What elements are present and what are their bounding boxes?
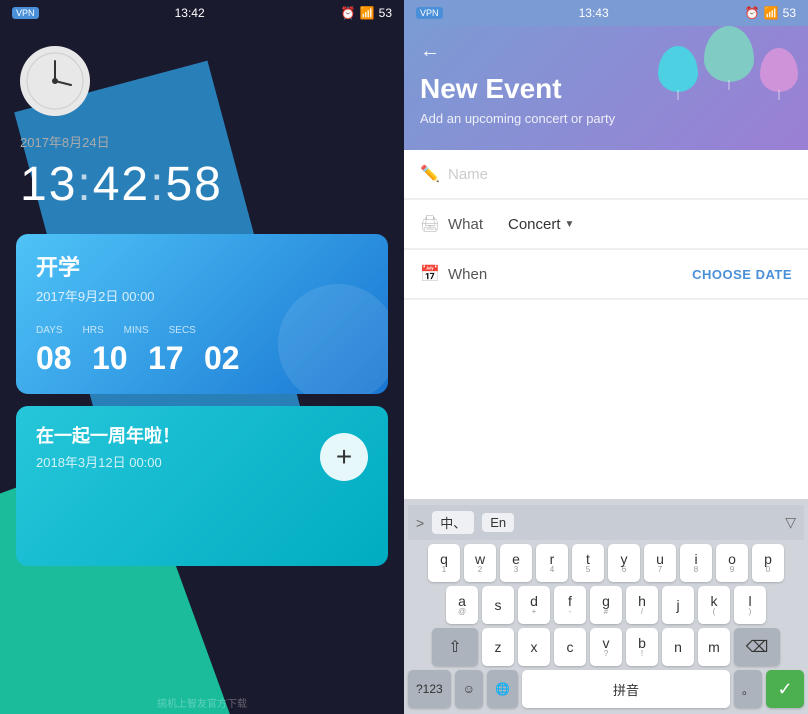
back-button[interactable]: ← [420, 40, 440, 63]
kb-space[interactable]: 拼音 [522, 670, 730, 708]
kb-o[interactable]: o9 [716, 544, 748, 582]
kb-shift[interactable]: ⇧ [432, 628, 478, 666]
clock-face [25, 51, 85, 111]
status-bar-right: VPN 13:43 ⏰ 📶 53 [404, 0, 808, 26]
kb-i[interactable]: i8 [680, 544, 712, 582]
clock-widget: 2017年8月24日 13:42:58 [0, 26, 404, 222]
kb-n[interactable]: n [662, 628, 694, 666]
event-card-2[interactable]: 在一起一周年啦！ 2018年3月12日 00:00 + [16, 406, 388, 566]
right-status-left: VPN [416, 7, 443, 19]
balloon-1 [658, 46, 698, 92]
wifi-icon: 📶 [360, 6, 375, 20]
kb-f[interactable]: f- [554, 586, 586, 624]
alarm-icon-right: ⏰ [745, 6, 760, 20]
kb-w[interactable]: w2 [464, 544, 496, 582]
kb-return[interactable]: ✓ [766, 670, 804, 708]
kb-u[interactable]: u7 [644, 544, 676, 582]
right-time: 13:43 [579, 6, 609, 20]
kb-s[interactable]: s [482, 586, 514, 624]
hero-balloons [658, 26, 798, 92]
balloon-3 [760, 48, 798, 92]
kb-y[interactable]: y6 [608, 544, 640, 582]
left-time: 13:42 [175, 6, 205, 20]
kb-globe[interactable]: 🌐 [487, 670, 518, 708]
clock-date: 2017年8月24日 [20, 132, 110, 151]
hero-subtitle: Add an upcoming concert or party [420, 111, 792, 126]
dropdown-arrow: ▼ [565, 219, 575, 230]
clock-time: 13:42:58 [20, 157, 223, 212]
when-label: When [448, 266, 508, 283]
mode-cn[interactable]: 中、 [432, 511, 474, 534]
edit-icon: ✏️ [420, 164, 448, 184]
keyboard-chevron[interactable]: > [416, 515, 424, 531]
kb-row-1: q1 w2 e3 r4 t5 y6 u7 i8 o9 p0 [408, 544, 804, 582]
mode-en[interactable]: En [482, 513, 514, 532]
alarm-icon: ⏰ [341, 6, 356, 20]
kb-num[interactable]: ?123 [408, 670, 451, 708]
keyboard-section: > 中、 En ▽ q1 w2 e3 r4 t5 y6 u7 i8 o9 p0 … [404, 499, 808, 714]
kb-emoji[interactable]: ☺ [455, 670, 483, 708]
kb-j[interactable]: j [662, 586, 694, 624]
kb-e[interactable]: e3 [500, 544, 532, 582]
what-icon: 🖨 [420, 214, 448, 234]
right-status-right: ⏰ 📶 53 [745, 6, 796, 20]
left-panel: VPN 13:42 ⏰ 📶 53 2017年8月24日 13:42:5 [0, 0, 404, 714]
kb-p[interactable]: p0 [752, 544, 784, 582]
event2-date: 2018年3月12日 00:00 [36, 452, 180, 471]
kb-t[interactable]: t5 [572, 544, 604, 582]
event2-title: 在一起一周年啦！ [36, 422, 180, 448]
kb-q[interactable]: q1 [428, 544, 460, 582]
event-card-1[interactable]: 开学 2017年9月2日 00:00 DAYS HRS MINS SECS 08… [16, 234, 388, 394]
kb-l[interactable]: l) [734, 586, 766, 624]
calendar-icon: 📅 [420, 264, 448, 284]
keyboard-top-bar: > 中、 En ▽ [408, 505, 804, 540]
wifi-icon-right: 📶 [764, 6, 779, 20]
right-vpn-badge: VPN [416, 7, 443, 19]
what-dropdown[interactable]: Concert ▼ [508, 216, 574, 233]
form-row-what[interactable]: 🖨 What Concert ▼ [404, 200, 808, 249]
kb-backspace[interactable]: ⌫ [734, 628, 780, 666]
kb-row-3: ⇧ z x c v? b! n m ⌫ [408, 628, 804, 666]
event1-title: 开学 [36, 250, 368, 282]
form-row-when[interactable]: 📅 When CHOOSE DATE [404, 250, 808, 299]
kb-g[interactable]: g# [590, 586, 622, 624]
what-label: What [448, 216, 508, 233]
right-panel: VPN 13:43 ⏰ 📶 53 ← New Event Add an upco… [404, 0, 808, 714]
kb-v[interactable]: v? [590, 628, 622, 666]
balloon-2 [704, 26, 754, 82]
battery-right: 53 [783, 6, 796, 20]
kb-r[interactable]: r4 [536, 544, 568, 582]
kb-x[interactable]: x [518, 628, 550, 666]
event2-content: 在一起一周年啦！ 2018年3月12日 00:00 + [36, 422, 368, 491]
form-section: ✏️ Name 🖨 What Concert ▼ 📅 When CHOOSE D… [404, 150, 808, 499]
kb-bottom-row: ?123 ☺ 🌐 拼音 。 ✓ [408, 670, 804, 708]
watermark: 搞机上智友官方下载 [157, 695, 247, 710]
divider-3 [404, 299, 808, 300]
kb-b[interactable]: b! [626, 628, 658, 666]
battery-left: 53 [379, 6, 392, 20]
kb-row-2: a@ s d+ f- g# h/ j k( l) [408, 586, 804, 624]
name-placeholder[interactable]: Name [448, 166, 792, 183]
choose-date-button[interactable]: CHOOSE DATE [692, 267, 792, 282]
kb-d[interactable]: d+ [518, 586, 550, 624]
status-left-icons: VPN [12, 7, 39, 19]
kb-a[interactable]: a@ [446, 586, 478, 624]
status-bar-left: VPN 13:42 ⏰ 📶 53 [0, 0, 404, 26]
kb-k[interactable]: k( [698, 586, 730, 624]
keyboard-down[interactable]: ▽ [785, 514, 796, 531]
event2-text: 在一起一周年啦！ 2018年3月12日 00:00 [36, 422, 180, 491]
vpn-badge: VPN [12, 7, 39, 19]
add-button[interactable]: + [320, 433, 368, 481]
hero-section: ← New Event Add an upcoming concert or p… [404, 26, 808, 150]
kb-z[interactable]: z [482, 628, 514, 666]
kb-period[interactable]: 。 [734, 670, 762, 708]
kb-h[interactable]: h/ [626, 586, 658, 624]
right-status-icons: ⏰ 📶 53 [341, 6, 392, 20]
form-row-name[interactable]: ✏️ Name [404, 150, 808, 199]
clock-circle [20, 46, 90, 116]
what-value: Concert [508, 216, 561, 233]
kb-m[interactable]: m [698, 628, 730, 666]
kb-c[interactable]: c [554, 628, 586, 666]
